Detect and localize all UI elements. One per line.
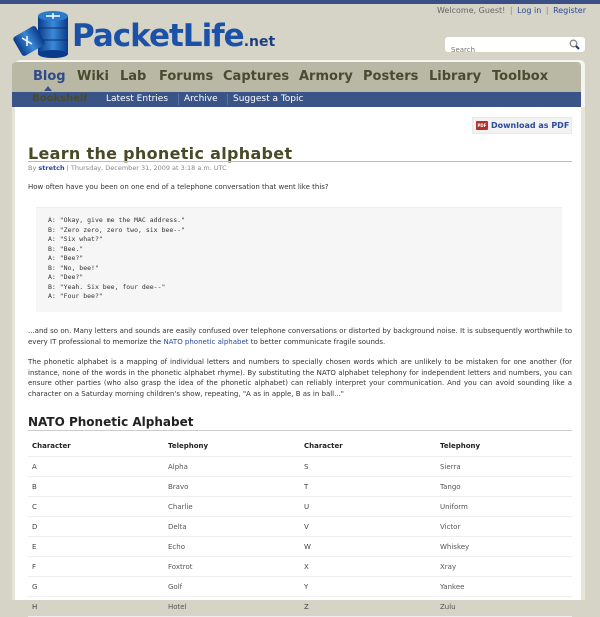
subnav-latest-entries[interactable]: Latest Entries [106, 94, 168, 104]
telephony-cell: Yankee [436, 576, 572, 597]
right-border [581, 107, 585, 600]
dialogue-line: A: "Bee?" [48, 254, 84, 262]
character-cell: E [28, 536, 164, 557]
search-box [445, 37, 585, 57]
telephony-cell: Whiskey [436, 536, 572, 557]
sub-nav: Bookshelf Latest Entries Archive Suggest… [12, 92, 581, 107]
table-heading: NATO Phonetic Alphabet [28, 415, 194, 429]
paragraph-1: ...and so on. Many letters and sounds ar… [28, 327, 572, 346]
character-cell: F [28, 556, 164, 577]
nav-forums[interactable]: Forums [159, 69, 213, 84]
subnav-suggest-topic[interactable]: Suggest a Topic [233, 94, 303, 104]
telephony-cell: Bravo [164, 476, 300, 497]
telephony-cell: Charlie [164, 496, 300, 517]
dialogue-line: B: "Bee." [48, 244, 84, 253]
active-tab-caret [44, 86, 52, 91]
paragraph-2: The phonetic alphabet is a mapping of in… [28, 358, 572, 398]
nav-library[interactable]: Library [429, 69, 481, 84]
download-pdf-button[interactable]: PDF Download as PDF [472, 117, 572, 134]
register-link[interactable]: Register [553, 6, 586, 15]
heading-divider [28, 430, 572, 431]
col-header-character: Character [300, 436, 436, 457]
table-row: G Golf Y Yankee [28, 576, 572, 597]
table-row: A Alpha S Sierra [28, 456, 572, 477]
table-header-row: Character Telephony Character Telephony [28, 436, 572, 457]
character-cell: G [28, 576, 164, 597]
pdf-icon: PDF [476, 121, 488, 130]
character-cell: Y [300, 576, 436, 597]
separator: | [545, 6, 549, 15]
dialogue-line: B: "Zero zero, zero two, six bee--" [48, 225, 185, 234]
character-cell: W [300, 536, 436, 557]
table-row: E Echo W Whiskey [28, 536, 572, 557]
search-icon[interactable] [569, 39, 580, 50]
telephony-cell: Golf [164, 576, 300, 597]
main-nav: Blog Wiki Lab Forums Captures Armory Pos… [12, 62, 581, 92]
intro-paragraph: How often have you been on one end of a … [28, 183, 329, 191]
character-cell: S [300, 456, 436, 477]
nav-armory[interactable]: Armory [299, 69, 353, 84]
divider [227, 94, 228, 105]
download-pdf-label: Download as PDF [491, 121, 570, 130]
left-border [12, 107, 15, 600]
dialogue-line: A: "Okay, give me the MAC address." [48, 216, 185, 224]
character-cell: T [300, 476, 436, 497]
nav-captures[interactable]: Captures [223, 69, 289, 84]
nato-alphabet-link[interactable]: NATO phonetic alphabet [163, 338, 248, 346]
router-logo-icon [13, 11, 68, 58]
dialogue-line: A: "Four bee?" [48, 292, 103, 300]
telephony-cell: Uniform [436, 496, 572, 517]
article-date: Thursday, December 31, 2009 at 3:18 a.m.… [70, 164, 227, 172]
search-input[interactable] [445, 43, 567, 57]
col-header-telephony: Telephony [164, 436, 300, 457]
telephony-cell: Foxtrot [164, 556, 300, 577]
character-cell: U [300, 496, 436, 517]
dialogue-line: B: "No, bee!" [48, 263, 99, 272]
table-row: C Charlie U Uniform [28, 496, 572, 517]
telephony-cell: Tango [436, 476, 572, 497]
nato-alphabet-table: Character Telephony Character Telephony … [28, 436, 572, 617]
character-cell: X [300, 556, 436, 577]
dialogue-line: A: "Dee?" [48, 273, 84, 281]
nav-blog[interactable]: Blog [33, 69, 66, 84]
telephony-cell: Delta [164, 516, 300, 537]
nav-toolbox[interactable]: Toolbox [492, 69, 548, 84]
author-link[interactable]: stretch [38, 164, 64, 172]
title-divider [28, 161, 572, 162]
dialogue-line: B: "Yeah. Six bee, four dee--" [48, 282, 166, 291]
telephony-cell: Echo [164, 536, 300, 557]
article-byline: By stretch | Thursday, December 31, 2009… [28, 164, 227, 172]
character-cell: A [28, 456, 164, 477]
login-link[interactable]: Log in [517, 6, 541, 15]
user-bar: Welcome, Guest! | Log in | Register [437, 6, 586, 15]
table-row: B Bravo T Tango [28, 476, 572, 497]
nav-lab[interactable]: Lab [120, 69, 146, 84]
dialogue-code-block: A: "Okay, give me the MAC address." B: "Z… [36, 207, 562, 312]
welcome-text: Welcome, Guest! [436, 6, 506, 15]
character-cell: D [28, 516, 164, 537]
col-header-telephony: Telephony [436, 436, 572, 457]
telephony-cell: Victor [436, 516, 572, 537]
site-logo[interactable]: PacketLife.net [12, 8, 302, 58]
character-cell: V [300, 516, 436, 537]
telephony-cell: Sierra [436, 456, 572, 477]
divider [178, 94, 179, 105]
table-row: F Foxtrot X Xray [28, 556, 572, 577]
section-title: Bookshelf [32, 93, 88, 104]
nav-posters[interactable]: Posters [363, 69, 418, 84]
table-row: D Delta V Victor [28, 516, 572, 537]
telephony-cell: Alpha [164, 456, 300, 477]
top-accent-bar [0, 0, 600, 4]
col-header-character: Character [28, 436, 164, 457]
nav-wiki[interactable]: Wiki [77, 69, 109, 84]
character-cell: B [28, 476, 164, 497]
character-cell: C [28, 496, 164, 517]
separator: | [509, 6, 513, 15]
subnav-archive[interactable]: Archive [184, 94, 218, 104]
telephony-cell: Xray [436, 556, 572, 577]
dialogue-line: A: "Six what?" [48, 235, 103, 243]
logo-text: PacketLife.net [72, 18, 276, 54]
